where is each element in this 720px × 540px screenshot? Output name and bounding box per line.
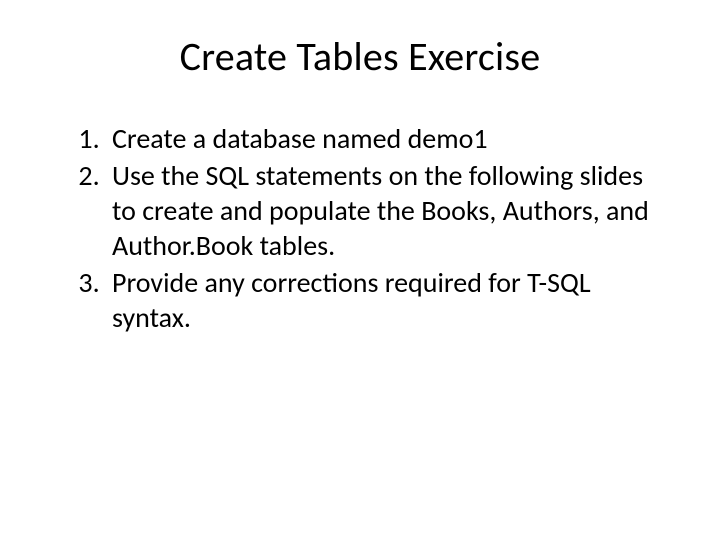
slide: Create Tables Exercise Create a database… — [0, 0, 720, 540]
list-item: Use the SQL statements on the following … — [106, 158, 660, 263]
list-item: Provide any corrections required for T-S… — [106, 265, 660, 335]
list-item: Create a database named demo1 — [106, 121, 660, 156]
exercise-list: Create a database named demo1 Use the SQ… — [60, 121, 660, 335]
slide-title: Create Tables Exercise — [60, 32, 660, 81]
